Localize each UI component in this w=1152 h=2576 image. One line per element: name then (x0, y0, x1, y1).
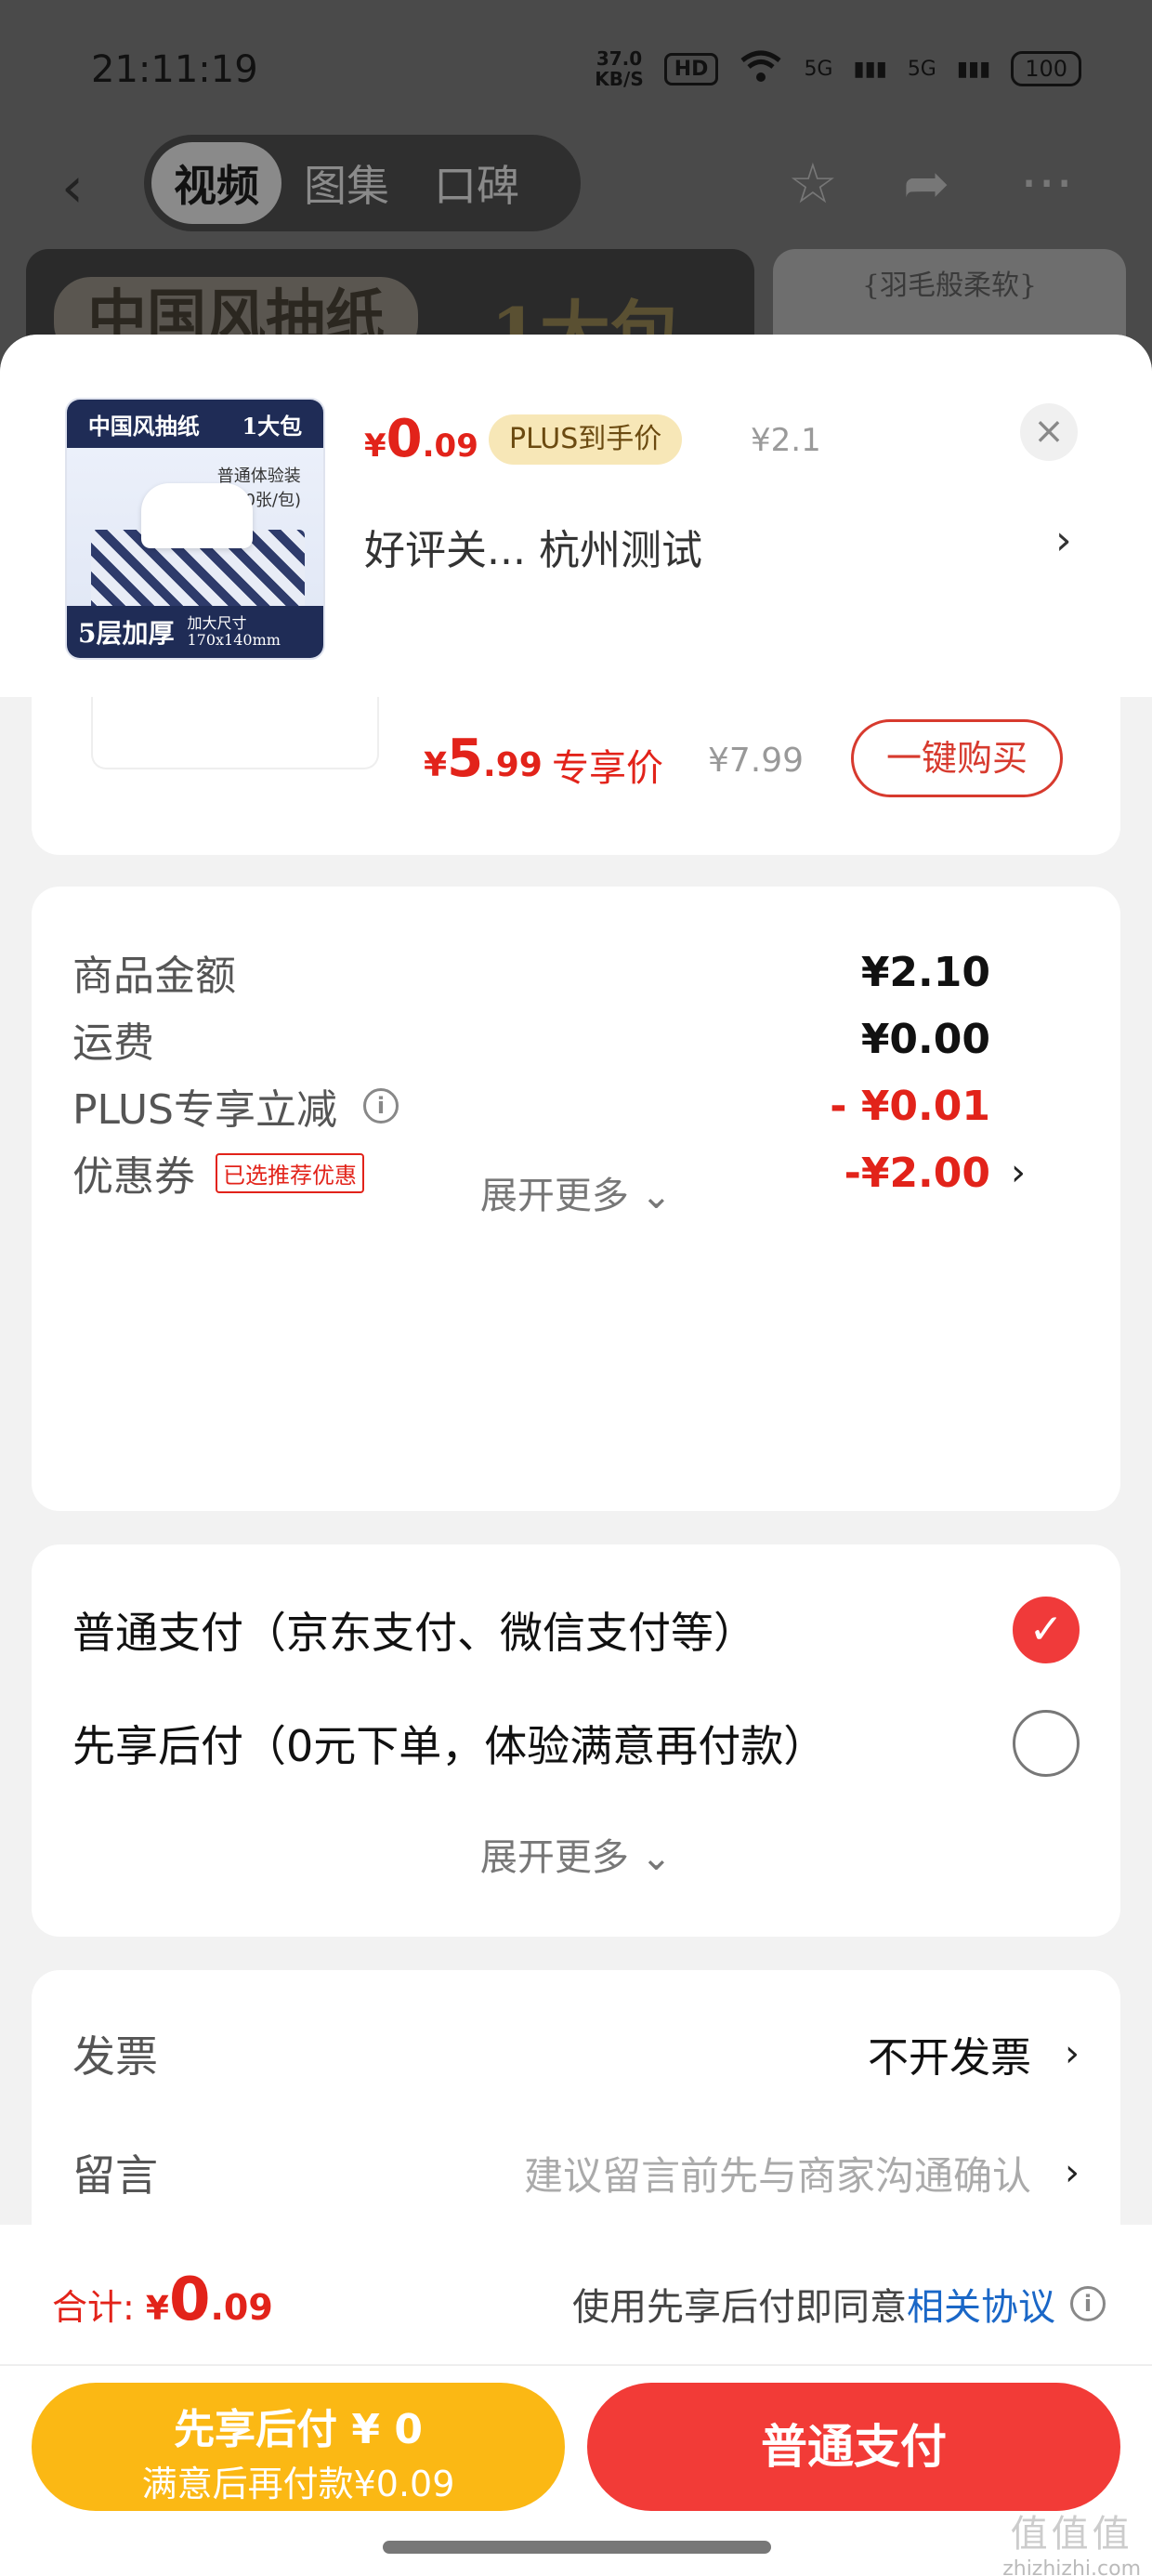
note-row[interactable]: 留言 建议留言前先与商家沟通确认 › (72, 2134, 1080, 2212)
product-spec-line[interactable]: 好评关... 杭州测试 (364, 517, 702, 576)
summary-row-shipping: 运费 ¥0.00 (72, 1015, 990, 1068)
radio-unchecked-icon[interactable] (1013, 1710, 1080, 1777)
hd-icon: HD (663, 52, 719, 85)
payment-option-normal[interactable]: 普通支付（京东支付、微信支付等） ✓ (72, 1591, 1080, 1669)
signal-5g-icon-2: 5G (907, 57, 936, 81)
note-input[interactable]: 建议留言前先与商家沟通确认 (524, 2145, 1031, 2201)
chevron-right-icon[interactable]: › (1065, 2151, 1080, 2194)
tab-reviews[interactable]: 口碑 (412, 142, 542, 224)
chevron-down-icon: ⌄ (640, 1175, 673, 1217)
star-icon[interactable]: ☆ (788, 151, 838, 217)
summary-row-plus-discount: PLUS专享立减 i - ¥0.01 (72, 1082, 990, 1135)
expand-more-payment[interactable]: 展开更多 ⌄ (32, 1827, 1120, 1881)
close-icon[interactable]: × (1020, 403, 1078, 461)
home-indicator[interactable] (383, 2541, 771, 2554)
sheet-header: 中国风抽纸 1大包 普通体验装 (280张/包) 5层加厚 加大尺寸 170x14… (0, 335, 1152, 697)
agreement-link[interactable]: 相关协议 (907, 2277, 1055, 2331)
info-icon[interactable]: i (363, 1088, 399, 1124)
tab-video[interactable]: 视频 (151, 142, 281, 224)
normal-pay-button[interactable]: 普通支付 (587, 2383, 1120, 2511)
payment-option-paylater[interactable]: 先享后付（0元下单，体验满意再付款） (72, 1704, 1080, 1782)
deal-price: ¥5.99 (424, 729, 543, 789)
signal-bars-icon: ▮▮▮ (853, 57, 887, 81)
exclusive-deal-card: ¥5.99 专享价 ¥7.99 一键购买 (32, 697, 1120, 855)
price-summary-card: 商品金额 ¥2.10 运费 ¥0.00 PLUS专享立减 i - ¥0.01 优… (32, 887, 1120, 1511)
plus-price-badge: PLUS到手价 (489, 414, 683, 465)
invoice-row[interactable]: 发票 不开发票 › (72, 2015, 1080, 2093)
signal-5g-icon: 5G (804, 57, 833, 81)
watermark: 值值值 zhizhizhi.com (1002, 2513, 1141, 2576)
deal-thumbnail (91, 697, 379, 769)
payment-method-card: 普通支付（京东支付、微信支付等） ✓ 先享后付（0元下单，体验满意再付款） 展开… (32, 1544, 1120, 1937)
status-icons: 37.0 KB/S HD 5G ▮▮▮ 5G ▮▮▮ 100 (595, 48, 1081, 89)
original-price: ¥2.1 (751, 422, 821, 459)
pay-later-button[interactable]: 先享后付 ¥ 0 满意后再付款¥0.09 (32, 2383, 565, 2511)
battery-icon: 100 (1011, 51, 1081, 86)
agreement-text: 使用先享后付即同意 相关协议 i (572, 2277, 1106, 2331)
checkout-bottom-bar: 合计: ¥0.09 使用先享后付即同意 相关协议 i 先享后付 ¥ 0 满意后再付… (0, 2225, 1152, 2576)
chevron-down-icon: ⌄ (640, 1836, 673, 1879)
summary-row-goods: 商品金额 ¥2.10 (72, 948, 990, 1001)
signal-bars-icon-2: ▮▮▮ (956, 57, 991, 81)
product-image: 中国风抽纸 1大包 普通体验装 (280张/包) 5层加厚 加大尺寸 170x14… (65, 398, 325, 660)
info-icon[interactable]: i (1070, 2286, 1106, 2321)
network-speed: 37.0 KB/S (595, 47, 644, 90)
one-click-buy-button[interactable]: 一键购买 (851, 719, 1063, 797)
order-total: 合计: ¥0.09 (52, 2266, 273, 2334)
divider (0, 2364, 1152, 2366)
media-tabs: 视频 图集 口碑 (144, 135, 581, 231)
tab-gallery[interactable]: 图集 (281, 142, 412, 224)
chevron-right-icon[interactable]: › (1065, 2032, 1080, 2075)
wifi-icon (739, 49, 783, 88)
deal-label: 专享价 (552, 747, 663, 790)
chevron-right-icon[interactable]: › (1055, 517, 1072, 564)
top-navigation: ‹ 视频 图集 口碑 ☆ ➦ ··· (0, 135, 1152, 237)
status-bar: 21:11:19 37.0 KB/S HD 5G ▮▮▮ 5G ▮▮▮ 100 (0, 0, 1152, 130)
checkmark-icon[interactable]: ✓ (1013, 1597, 1080, 1663)
more-icon[interactable]: ··· (1020, 151, 1073, 217)
status-time: 21:11:19 (91, 48, 258, 91)
deal-original-price: ¥7.99 (708, 742, 805, 780)
share-icon[interactable]: ➦ (903, 151, 949, 217)
product-price: ¥0.09 (364, 409, 478, 469)
expand-more-summary[interactable]: 展开更多 ⌄ (32, 1165, 1120, 1219)
back-icon[interactable]: ‹ (61, 155, 84, 220)
